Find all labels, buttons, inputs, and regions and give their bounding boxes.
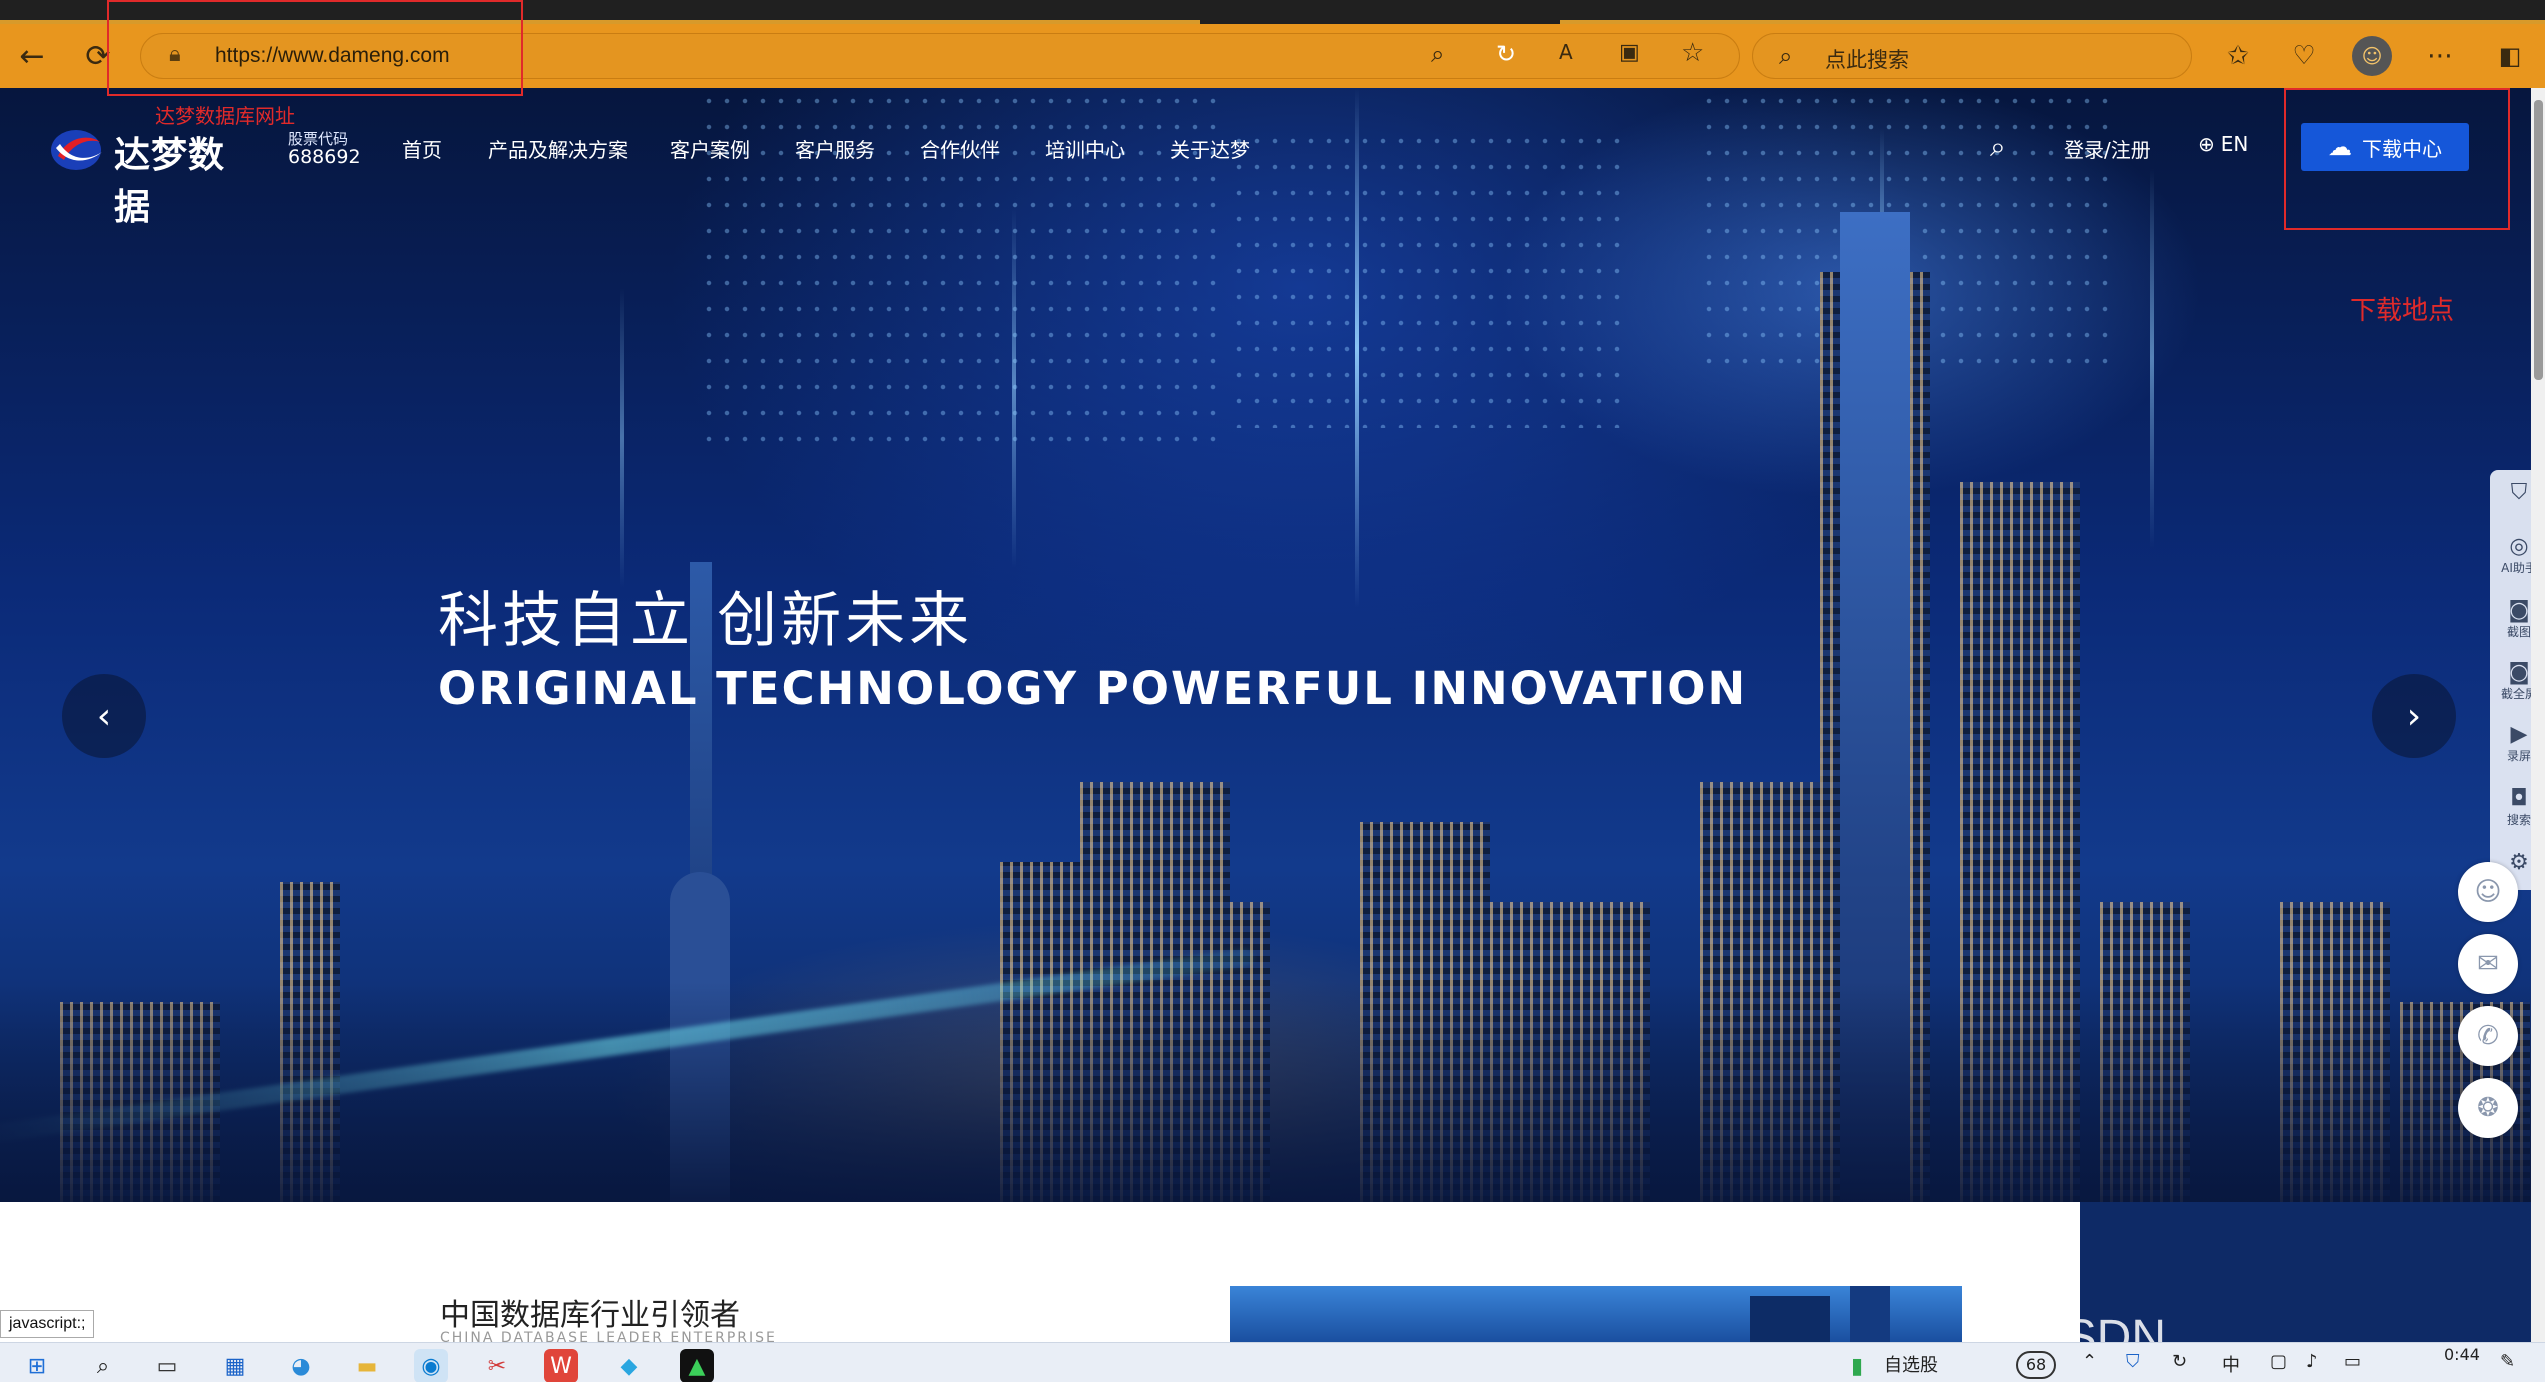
- browser-search-box[interactable]: ⌕ 点此搜索: [1752, 33, 2192, 79]
- profile-avatar[interactable]: ☺: [2352, 36, 2392, 76]
- language-switch[interactable]: ⊕ EN: [2198, 132, 2248, 156]
- tray-chevron-up-icon[interactable]: ⌃: [2082, 1351, 2097, 1372]
- wps-icon[interactable]: W: [544, 1349, 578, 1382]
- url-annotation-box: [107, 0, 523, 96]
- ime-indicator[interactable]: 中: [2222, 1351, 2240, 1377]
- app-terminal-icon[interactable]: ▲: [680, 1349, 714, 1382]
- site-logo[interactable]: 达梦数据: [50, 124, 260, 228]
- windows-taskbar: ⊞ ⌕ ▭ ▦ ◕ ▬ ◉ ✂ W ◆ ▲ ▮ 自选股 68 ⌃ ⛉ ↻ 中 ▢…: [0, 1342, 2545, 1382]
- smile-icon: ☺: [2474, 877, 2502, 907]
- logo-text: 达梦数据: [114, 135, 226, 228]
- download-annotation-label: 下载地点: [2350, 296, 2455, 326]
- tray-security-icon[interactable]: ⛉: [2126, 1351, 2140, 1372]
- notification-badge[interactable]: 68: [2016, 1351, 2056, 1379]
- float-wechat-button[interactable]: ❂: [2458, 1078, 2518, 1138]
- hero-title-en: ORIGINAL TECHNOLOGY POWERFUL INNOVATION: [438, 662, 1748, 715]
- tray-battery-icon[interactable]: ▭: [2344, 1351, 2361, 1372]
- float-service-button[interactable]: ☺: [2458, 862, 2518, 922]
- download-annotation-box: [2284, 88, 2510, 230]
- more-menu-icon[interactable]: ⋯: [2420, 36, 2460, 76]
- search-icon: ⌕: [1779, 42, 1793, 70]
- edge-browser-icon[interactable]: ◕: [284, 1349, 318, 1382]
- zoom-icon[interactable]: ⌕: [1431, 40, 1444, 68]
- search-placeholder: 点此搜索: [1825, 48, 1909, 72]
- status-link-tooltip: javascript:;: [0, 1310, 95, 1338]
- site-search-icon[interactable]: ⌕: [1990, 130, 2006, 164]
- nav-home[interactable]: 首页: [402, 134, 442, 163]
- tray-sync-icon[interactable]: ↻: [2172, 1351, 2187, 1372]
- dameng-logo-icon: [51, 130, 102, 170]
- snipping-tool-icon[interactable]: ✂: [480, 1349, 514, 1382]
- task-view-icon[interactable]: ▭: [150, 1349, 184, 1382]
- chevron-right-icon: ›: [2406, 695, 2422, 737]
- app-icon[interactable]: ▣: [1619, 40, 1640, 65]
- stock-code: 688692: [288, 146, 361, 168]
- sidebar-toggle-icon[interactable]: ◧: [2490, 36, 2530, 76]
- section-title: 中国数据库行业引领者: [440, 1298, 740, 1333]
- back-icon[interactable]: ←: [14, 38, 50, 74]
- app-diamond-icon[interactable]: ◆: [612, 1349, 646, 1382]
- language-label: EN: [2220, 132, 2249, 156]
- carousel-next-button[interactable]: ›: [2372, 674, 2456, 758]
- tray-volume-icon[interactable]: ♪: [2306, 1351, 2318, 1372]
- float-phone-button[interactable]: ✆: [2458, 1006, 2518, 1066]
- nav-cases[interactable]: 客户案例: [670, 134, 750, 163]
- stock-app-icon[interactable]: ▮: [1840, 1349, 1874, 1382]
- notification-center-icon[interactable]: ✎: [2500, 1351, 2515, 1372]
- favorite-star-icon[interactable]: ☆: [1681, 38, 1704, 68]
- float-chat-button[interactable]: ✉: [2458, 934, 2518, 994]
- store-app-icon[interactable]: ▦: [218, 1349, 252, 1382]
- file-explorer-icon[interactable]: ▬: [350, 1349, 384, 1382]
- nav-partners[interactable]: 合作伙伴: [920, 134, 1000, 163]
- tray-network-icon[interactable]: ▢: [2270, 1351, 2287, 1372]
- globe-icon: ⊕: [2198, 132, 2215, 156]
- chat-icon: ✉: [2477, 949, 2499, 979]
- section-image: [1230, 1286, 1962, 1342]
- stock-info: 股票代码 688692: [288, 130, 361, 168]
- windows-start-icon[interactable]: ⊞: [20, 1349, 54, 1382]
- read-aloud-icon[interactable]: A: [1559, 40, 1573, 64]
- scrollbar-thumb[interactable]: [2534, 100, 2543, 380]
- carousel-prev-button[interactable]: ‹: [62, 674, 146, 758]
- hero-banner: [0, 88, 2545, 1202]
- nav-service[interactable]: 客户服务: [795, 134, 875, 163]
- nav-training[interactable]: 培训中心: [1045, 134, 1125, 163]
- browser-essentials-icon[interactable]: ♡: [2284, 36, 2324, 76]
- stock-app-label[interactable]: 自选股: [1884, 1351, 1938, 1377]
- edge-refresh-icon[interactable]: ↻: [1496, 40, 1516, 68]
- favorites-icon[interactable]: ✩: [2218, 36, 2258, 76]
- nav-products[interactable]: 产品及解决方案: [488, 134, 628, 163]
- taskbar-clock[interactable]: 0:44: [2444, 1345, 2480, 1364]
- wechat-icon: ❂: [2477, 1093, 2499, 1123]
- taskbar-search-icon[interactable]: ⌕: [86, 1349, 120, 1382]
- phone-icon: ✆: [2477, 1021, 2499, 1051]
- hero-title-cn: 科技自立 创新未来: [438, 586, 974, 656]
- chevron-left-icon: ‹: [96, 695, 112, 737]
- login-register-link[interactable]: 登录/注册: [2064, 134, 2151, 163]
- edge-active-icon[interactable]: ◉: [414, 1349, 448, 1382]
- nav-about[interactable]: 关于达梦: [1170, 134, 1250, 163]
